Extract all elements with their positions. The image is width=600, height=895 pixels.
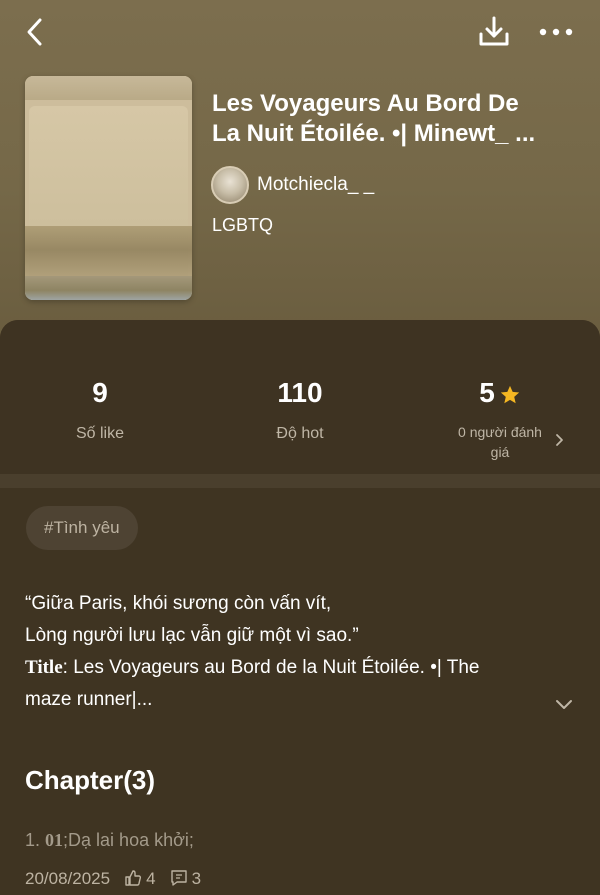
author-avatar[interactable] [211,166,249,204]
chapter-number: 01 [45,830,64,850]
likes-label: Số like [75,425,125,442]
rating-label-line: giá [490,444,510,460]
chapter-date: 20/08/2025 [25,869,111,888]
tag-chip[interactable]: #Tình yêu [26,506,138,550]
book-cover[interactable] [25,76,192,300]
download-button[interactable] [474,12,514,52]
rating-value: 5 [479,377,495,408]
section-divider [0,474,600,488]
star-icon [500,385,519,403]
description-line: Lòng người lưu lạc vẫn giữ một vì sao.” [25,625,359,646]
hot-label: Độ hot [276,425,324,442]
rating-label: 0 người đánh giá [400,422,600,462]
chapter-title: 1. 01;Dạ lai hoa khởi; [25,826,575,854]
comment-icon [170,870,187,886]
cover-bottom-band [25,276,192,300]
rating-value-row: 5 [400,376,600,410]
more-options-button[interactable] [535,14,579,50]
book-title-line: La Nuit Étoilée. •| Minewt_ ... [212,120,536,147]
back-button[interactable] [18,14,54,50]
likes-count: 9 [92,377,108,408]
thumbs-up-icon [125,870,142,886]
chapter-likes: 4 [146,869,156,888]
chapter-heading: Chapter(3) [25,765,156,795]
author-name[interactable]: Motchiecla_ _ [257,174,374,196]
chapter-list-item[interactable]: 1. 01;Dạ lai hoa khởi; [25,826,575,854]
more-horizontal-icon [539,28,573,36]
stat-hot: 110 Độ hot [200,376,400,444]
chapter-comments: 3 [191,869,202,888]
stat-likes: 9 Số like [0,376,200,444]
description-title-label: Title [25,657,63,678]
description-line: Title: Les Voyageurs au Bord de la Nuit … [25,652,560,684]
book-title: Les Voyageurs Au Bord De La Nuit Étoilée… [212,89,582,149]
cover-top-band [25,76,192,100]
chapter-index: 1. [25,830,41,850]
description-line: maze runner|... [25,689,153,710]
chevron-left-icon [27,18,42,46]
download-icon [479,16,509,46]
chevron-down-icon [556,700,572,709]
description-line: “Giữa Paris, khói sương còn vấn vít, [25,593,332,614]
chevron-right-icon[interactable] [553,430,567,450]
chapter-name: ;Dạ lai hoa khởi; [63,830,194,850]
stat-rating[interactable]: 5 0 người đánh giá [400,376,600,462]
top-bar [0,0,600,64]
rating-label-line: 0 người đánh [458,424,542,440]
book-category[interactable]: LGBTQ [212,215,273,236]
description-title-text: : Les Voyageurs au Bord de la Nuit Étoil… [62,657,480,678]
book-description: “Giữa Paris, khói sương còn vấn vít, Lòn… [25,588,560,716]
expand-description-button[interactable] [550,690,578,718]
book-title-line: Les Voyageurs Au Bord De [212,90,519,117]
hot-count: 110 [277,377,323,408]
chapter-meta: 20/08/2025 4 3 [25,866,201,892]
